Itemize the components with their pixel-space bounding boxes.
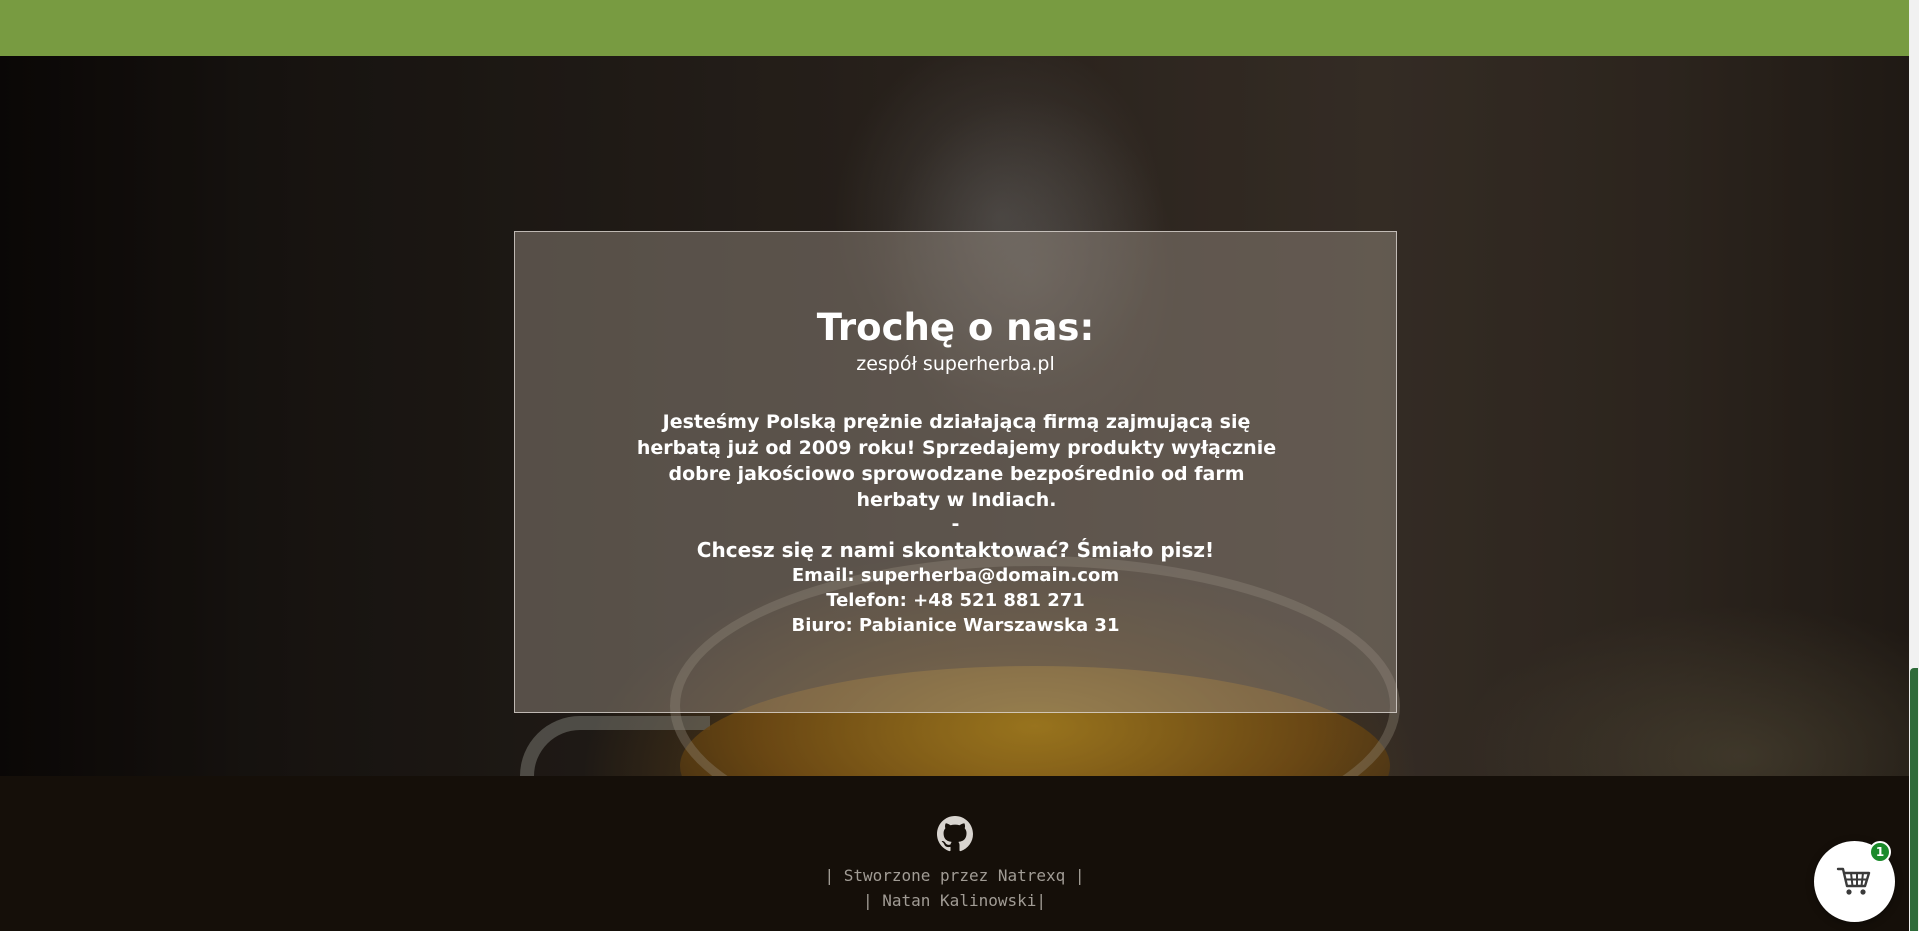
cart-count-badge: 1	[1869, 841, 1891, 863]
contact-email: Email: superherba@domain.com	[791, 565, 1120, 586]
hero-background: Trochę o nas: zespół superherba.pl Jeste…	[0, 56, 1909, 776]
cart-icon	[1836, 867, 1871, 895]
about-card: Trochę o nas: zespół superherba.pl Jeste…	[514, 231, 1397, 713]
contact-question: Chcesz się z nami skontaktować? Śmiało p…	[696, 538, 1215, 562]
github-link[interactable]	[937, 816, 973, 852]
github-icon	[937, 816, 973, 852]
top-bar	[0, 0, 1909, 56]
footer: | Stworzone przez Natrexq | | Natan Kali…	[0, 776, 1909, 931]
about-description: Jesteśmy Polską prężnie działającą firmą…	[636, 411, 1277, 511]
contact-office: Biuro: Pabianice Warszawska 31	[791, 615, 1120, 636]
footer-credit-line-1: | Stworzone przez Natrexq |	[824, 866, 1085, 885]
footer-credit-line-2: | Natan Kalinowski|	[862, 891, 1047, 910]
scrollbar-thumb[interactable]	[1910, 668, 1918, 931]
about-separator: -	[951, 513, 960, 535]
scrollbar-track[interactable]	[1909, 0, 1919, 931]
about-subtitle: zespół superherba.pl	[856, 353, 1055, 375]
contact-phone: Telefon: +48 521 881 271	[826, 590, 1085, 611]
about-title: Trochę o nas:	[816, 306, 1095, 349]
